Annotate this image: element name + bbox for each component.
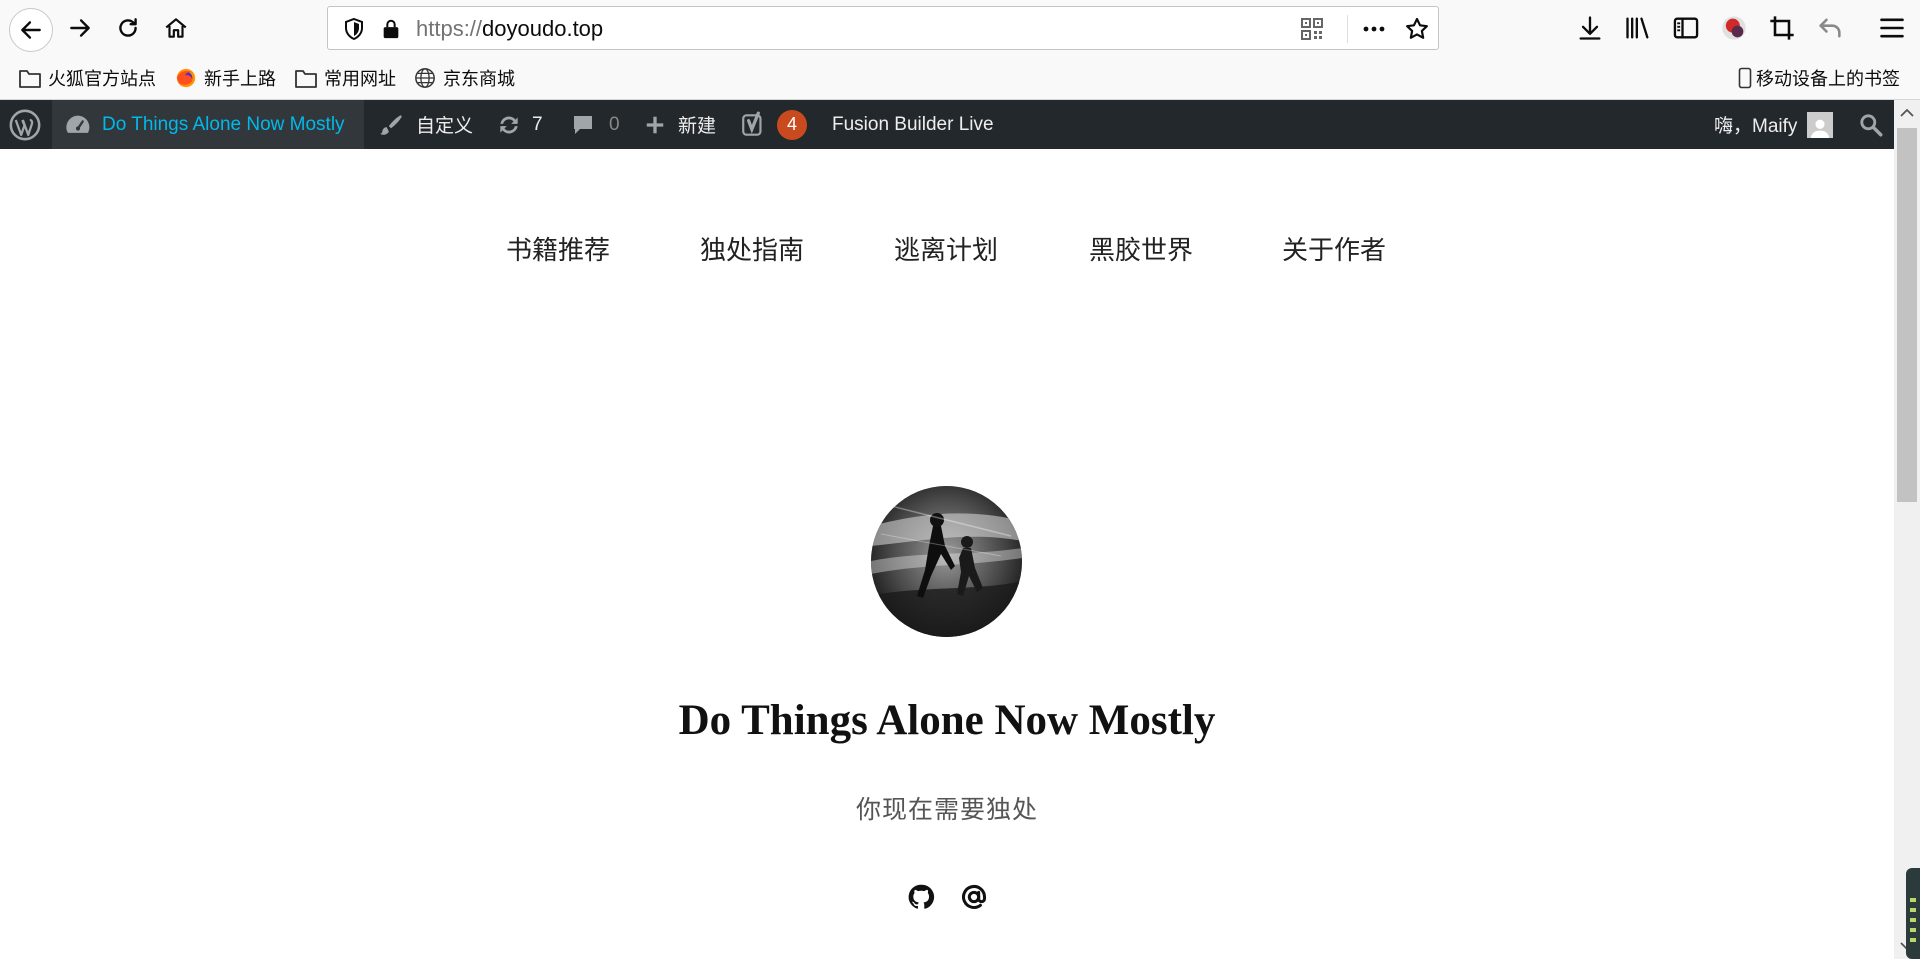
site-primary-nav: 书籍推荐 独处指南 逃离计划 黑胶世界 关于作者 — [0, 230, 1894, 270]
bookmark-label: 京东商城 — [443, 69, 515, 89]
shield-icon[interactable] — [342, 17, 366, 41]
site-name-label: Do Things Alone Now Mostly — [102, 113, 345, 135]
plus-icon — [646, 116, 664, 133]
lock-icon[interactable] — [380, 17, 402, 41]
yoast-icon — [742, 111, 762, 136]
admin-search[interactable] — [1858, 100, 1884, 149]
globe-icon — [415, 68, 435, 88]
firefox-icon — [176, 68, 196, 88]
new-content-menu[interactable]: 新建 — [644, 100, 716, 149]
meter-bar — [1910, 938, 1916, 942]
at-icon — [962, 884, 987, 909]
folder-icon — [295, 70, 317, 88]
forward-button[interactable] — [60, 8, 100, 48]
wordpress-icon — [9, 109, 41, 140]
updates-link[interactable]: 7 — [496, 100, 543, 149]
nav-item-books[interactable]: 书籍推荐 — [506, 230, 610, 267]
mobile-bookmarks[interactable]: 移动设备上的书签 — [1738, 65, 1900, 91]
undo-icon[interactable] — [1816, 14, 1844, 42]
nav-item-escape-plan[interactable]: 逃离计划 — [894, 230, 998, 267]
side-meter-widget — [1906, 868, 1920, 959]
address-bar[interactable]: https://doyoudo.top — [327, 6, 1439, 50]
github-link[interactable] — [906, 882, 936, 912]
mobile-device-icon — [1738, 67, 1752, 89]
mobile-bookmarks-label: 移动设备上的书签 — [1756, 69, 1900, 89]
customize-link[interactable]: 自定义 — [378, 100, 473, 149]
brush-icon — [380, 114, 402, 135]
url-text[interactable]: https://doyoudo.top — [416, 17, 603, 41]
meter-bar — [1910, 898, 1916, 902]
folder-icon — [19, 70, 41, 88]
dashboard-icon — [66, 115, 90, 133]
comment-icon — [574, 115, 592, 134]
nav-item-vinyl-world[interactable]: 黑胶世界 — [1089, 230, 1193, 267]
sidebar-icon[interactable] — [1672, 14, 1700, 42]
profile-icon[interactable] — [1720, 14, 1748, 42]
meter-bar — [1910, 928, 1916, 932]
chevron-up-icon — [1900, 108, 1914, 117]
home-icon — [165, 18, 187, 38]
reload-icon — [119, 18, 137, 37]
avatar — [1807, 111, 1834, 138]
scroll-up-button[interactable] — [1894, 100, 1920, 126]
greeting-label: 嗨，Maify — [1714, 116, 1798, 137]
meter-bar — [1910, 918, 1916, 922]
github-icon — [908, 884, 935, 909]
qr-code-icon[interactable] — [1300, 17, 1324, 41]
urlbar-separator — [1347, 15, 1348, 43]
site-logo-image — [871, 486, 1022, 637]
screenshot-icon[interactable] — [1768, 14, 1796, 42]
bookmark-firefox-official[interactable]: 火狐官方站点 — [18, 65, 156, 91]
fusion-builder-live-link[interactable]: Fusion Builder Live — [832, 100, 994, 149]
nav-item-about-author[interactable]: 关于作者 — [1282, 230, 1386, 267]
updates-count: 7 — [532, 113, 543, 135]
site-title[interactable]: Do Things Alone Now Mostly — [0, 696, 1894, 745]
customize-label: 自定义 — [416, 116, 474, 137]
fusion-builder-label: Fusion Builder Live — [832, 113, 994, 135]
scroll-thumb[interactable] — [1897, 128, 1917, 502]
nav-item-solitude-guide[interactable]: 独处指南 — [700, 230, 804, 267]
page-scrollbar[interactable] — [1894, 100, 1920, 959]
site-logo[interactable] — [871, 486, 1022, 637]
meter-bar — [1910, 908, 1916, 912]
bookmark-label: 火狐官方站点 — [48, 69, 156, 89]
yoast-seo-menu[interactable]: 4 — [741, 100, 807, 149]
home-button[interactable] — [156, 8, 196, 48]
menu-icon[interactable] — [1878, 14, 1906, 42]
site-name-menu[interactable]: Do Things Alone Now Mostly — [52, 100, 364, 149]
bookmarks-toolbar: 火狐官方站点 新手上路 常用网址 京东商城 移动设备上的书签 — [0, 56, 1920, 100]
site-description: 你现在需要独处 — [855, 795, 1038, 824]
wp-admin-bar: Do Things Alone Now Mostly 自定义 7 0 新建 4 … — [0, 100, 1894, 149]
bookmark-common-sites[interactable]: 常用网址 — [294, 65, 396, 91]
bookmark-jd-mall[interactable]: 京东商城 — [413, 65, 515, 91]
new-label: 新建 — [678, 116, 717, 137]
comments-link[interactable]: 0 — [571, 100, 620, 149]
yoast-notification-badge: 4 — [777, 109, 807, 140]
back-button[interactable] — [9, 8, 53, 52]
user-icon — [1811, 119, 1830, 138]
url-host: doyoudo.top — [482, 16, 604, 41]
reload-button[interactable] — [108, 8, 148, 48]
download-icon[interactable] — [1576, 14, 1604, 42]
star-icon[interactable] — [1404, 16, 1430, 42]
comments-count: 0 — [609, 113, 620, 135]
browser-toolbar: https://doyoudo.top — [0, 0, 1920, 56]
forward-icon — [70, 19, 90, 37]
bookmark-getting-started[interactable]: 新手上路 — [174, 65, 276, 91]
wp-logo-menu[interactable] — [8, 100, 42, 149]
url-scheme: https:// — [416, 16, 483, 41]
more-icon[interactable] — [1360, 17, 1388, 41]
bookmark-label: 常用网址 — [324, 69, 396, 89]
updates-icon — [500, 116, 518, 133]
back-icon — [21, 21, 41, 39]
bookmark-label: 新手上路 — [204, 69, 276, 89]
search-icon — [1860, 113, 1883, 136]
library-icon[interactable] — [1624, 14, 1652, 42]
my-account-menu[interactable]: 嗨，Maify — [1714, 100, 1834, 149]
email-link[interactable] — [959, 882, 989, 912]
